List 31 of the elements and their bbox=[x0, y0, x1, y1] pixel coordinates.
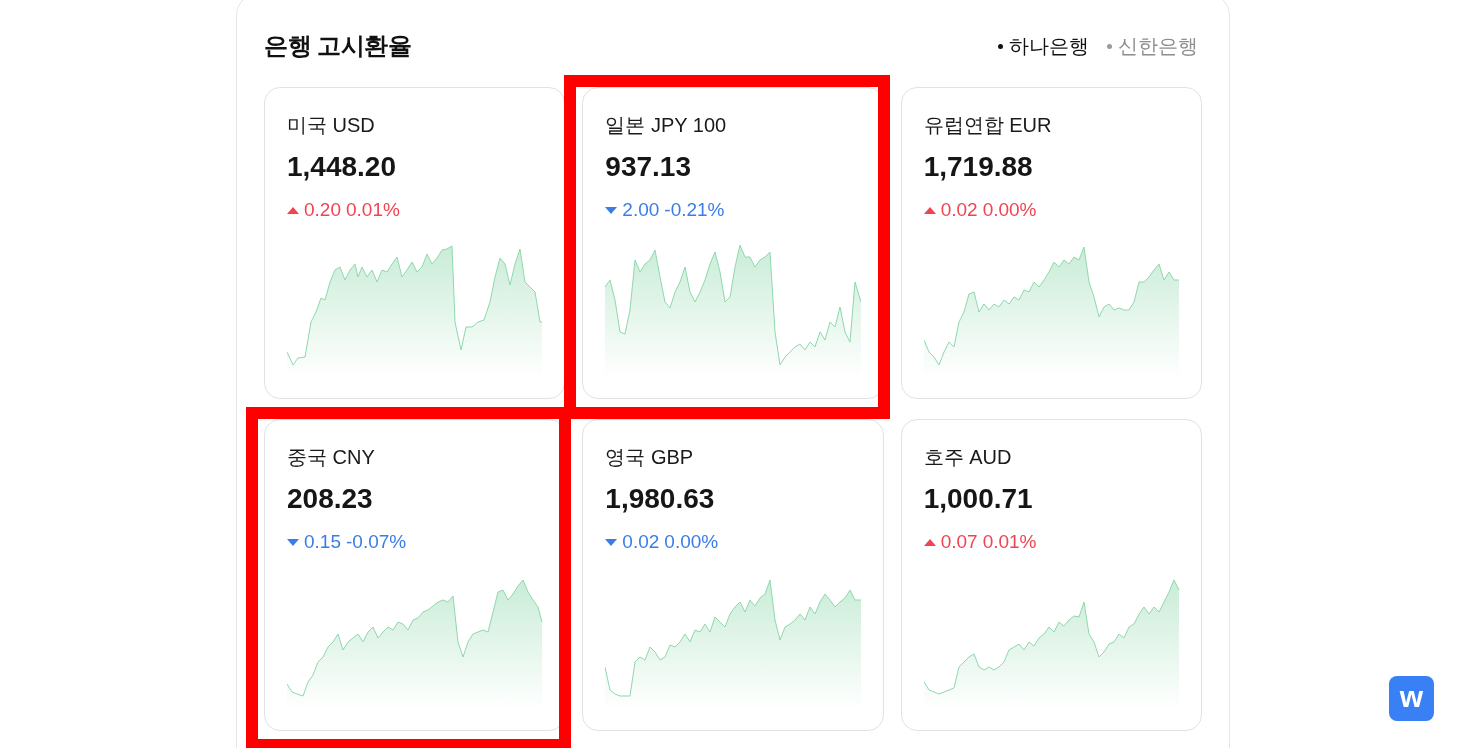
change-percent: -0.21% bbox=[664, 198, 725, 222]
change-percent: 0.00% bbox=[982, 198, 1037, 222]
currency-card[interactable]: 영국 GBP 1,980.63 0.02 0.00% bbox=[582, 419, 884, 731]
panel-title: 은행 고시환율 bbox=[264, 31, 412, 61]
change-amount: 0.07 bbox=[940, 530, 978, 554]
currency-name: 영국 GBP bbox=[605, 445, 694, 470]
currency-name: 미국 USD bbox=[287, 113, 375, 138]
change-percent: -0.07% bbox=[346, 530, 407, 554]
bank-tab[interactable]: 하나은행 bbox=[998, 32, 1089, 60]
exchange-rate: 937.13 bbox=[605, 150, 691, 184]
floating-logo-button[interactable]: w bbox=[1389, 676, 1434, 721]
change-amount: 2.00 bbox=[622, 198, 660, 222]
currency-card[interactable]: 호주 AUD 1,000.71 0.07 0.01% bbox=[900, 419, 1202, 731]
change-percent: 0.00% bbox=[664, 530, 719, 554]
exchange-rate: 1,719.88 bbox=[923, 150, 1033, 184]
change-amount: 0.20 bbox=[304, 198, 341, 222]
change-amount: 0.02 bbox=[622, 530, 660, 554]
exchange-rate: 208.23 bbox=[287, 482, 373, 516]
change-amount: 0.15 bbox=[304, 530, 341, 554]
change-percent: 0.01% bbox=[982, 530, 1037, 554]
currency-name: 일본 JPY 100 bbox=[605, 113, 727, 138]
currency-card[interactable]: 유럽연합 EUR 1,719.88 0.02 0.00% bbox=[900, 87, 1202, 399]
change-percent: 0.01% bbox=[346, 198, 400, 222]
currency-name: 중국 CNY bbox=[287, 445, 375, 470]
change-amount: 0.02 bbox=[940, 198, 978, 222]
exchange-rate: 1,000.71 bbox=[923, 482, 1033, 516]
exchange-rate: 1,448.20 bbox=[287, 150, 396, 184]
exchange-rate: 1,980.63 bbox=[605, 482, 715, 516]
currency-name: 유럽연합 EUR bbox=[923, 113, 1052, 138]
currency-card[interactable]: 미국 USD 1,448.20 0.20 0.01% bbox=[264, 87, 566, 399]
currency-name: 호주 AUD bbox=[923, 445, 1012, 470]
